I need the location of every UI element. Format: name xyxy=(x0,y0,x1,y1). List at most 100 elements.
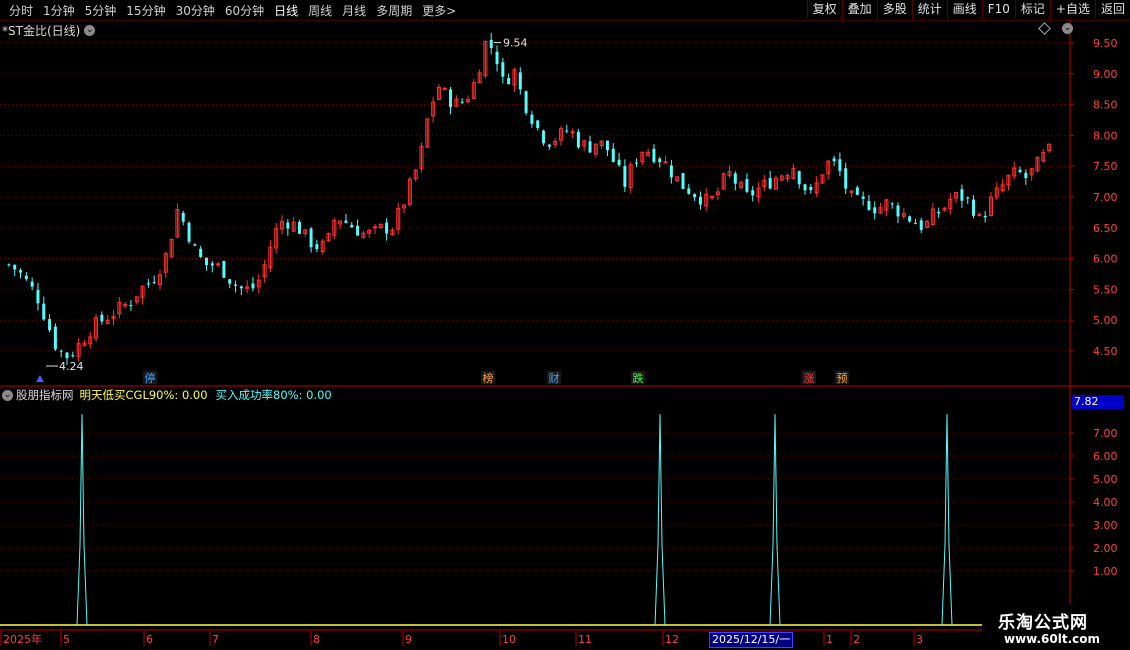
candle-body-down xyxy=(617,159,621,166)
last-value-label: 7.82 xyxy=(1072,395,1124,409)
indicator-tick-label: 6.00 xyxy=(1093,450,1118,463)
candle-body-down xyxy=(187,222,191,242)
candle-body-down xyxy=(861,196,865,199)
candle-body-down xyxy=(100,314,104,322)
candle-body-down xyxy=(489,40,493,49)
price-tick-label: 6.00 xyxy=(1093,253,1118,266)
low-price-label: 4.24 xyxy=(59,360,84,373)
chevron-down-icon[interactable]: ⌄ xyxy=(84,24,96,36)
time-tick-label: 2025年 xyxy=(3,632,42,646)
time-tick-label: 8 xyxy=(313,633,320,646)
candle-body-down xyxy=(193,244,197,246)
chevron-down-icon[interactable]: ⌄ xyxy=(1062,23,1073,34)
axes: 9.50 9.00 8.50 8.00 7.50 7.00 6.50 6.00 5.50 5.00… xyxy=(0,20,1130,646)
indicator-title-row: ⌄ 股朋指标网 明天低买CGL90%: 0.00 买入成功率80%: 0.00 xyxy=(2,387,332,403)
candle-body-down xyxy=(896,205,900,217)
price-tick-label: 8.50 xyxy=(1093,99,1118,112)
signal-spike xyxy=(76,414,88,626)
event-badge: 停 xyxy=(145,371,156,385)
candle-body-down xyxy=(356,225,360,236)
candle-body-down xyxy=(536,120,540,128)
cursor-date-label: 2025/12/15/一 xyxy=(709,632,793,648)
candle-body-down xyxy=(803,184,807,191)
candle-body-down xyxy=(687,188,691,194)
candle-body-down xyxy=(873,207,877,214)
candle-body-down xyxy=(913,223,917,225)
candle-body-down xyxy=(507,78,511,85)
candle-body-down xyxy=(669,165,673,178)
candle-body-down xyxy=(181,212,185,222)
price-tick-label: 5.50 xyxy=(1093,283,1118,296)
time-tick-label: 1 xyxy=(826,633,833,646)
time-tick-label: 3 xyxy=(916,633,923,646)
event-badge: 跌 xyxy=(633,371,644,385)
indicator-tick-label: 1.00 xyxy=(1093,565,1118,578)
candle-body-down xyxy=(36,289,40,304)
candle-body-down xyxy=(635,162,639,164)
candle-body-down xyxy=(19,270,23,273)
event-badge: 财 xyxy=(549,371,560,385)
candle-body-down xyxy=(129,305,133,307)
price-tick-label: 6.50 xyxy=(1093,222,1118,235)
candle-body-down xyxy=(297,222,301,234)
price-tick-label: 9.00 xyxy=(1093,68,1118,81)
candle-body-up xyxy=(216,263,221,266)
time-tick-label: 5 xyxy=(63,633,70,646)
candle-body-down xyxy=(611,148,615,162)
candle-body-down xyxy=(199,248,203,258)
candle-body-down xyxy=(919,220,923,231)
chevron-down-icon[interactable]: ⌄ xyxy=(2,389,13,401)
candle-body-down xyxy=(449,89,453,108)
indicator-tick-label: 2.00 xyxy=(1093,542,1118,555)
candle-body-down xyxy=(234,284,238,286)
candle-body-down xyxy=(251,283,255,289)
candle-body-down xyxy=(222,261,226,278)
candle-body-down xyxy=(565,130,569,132)
indicator-name: 股朋指标网 xyxy=(16,388,74,402)
candle-body-down xyxy=(768,178,772,189)
candle-body-down xyxy=(286,222,290,229)
indicator-tick-label: 7.00 xyxy=(1093,427,1118,440)
candle-body-down xyxy=(547,144,551,147)
candle-body-down xyxy=(937,211,941,214)
signal-spike xyxy=(941,414,953,626)
candle-body-down xyxy=(1018,169,1022,173)
candle-body-down xyxy=(908,216,912,222)
candle-body-down xyxy=(751,190,755,196)
candle-body-down xyxy=(13,264,17,270)
candle-body-down xyxy=(65,352,69,359)
time-tick-label: 12 xyxy=(665,633,679,646)
candle-body-down xyxy=(867,200,871,210)
stock-title: *ST金比(日线) xyxy=(2,23,81,38)
price-tick-label: 8.00 xyxy=(1093,129,1118,142)
indicator-tick-label: 3.00 xyxy=(1093,519,1118,532)
candle-body-down xyxy=(315,244,319,250)
candle-body-down xyxy=(890,203,894,205)
candle-body-down xyxy=(344,220,348,223)
candle-body-down xyxy=(524,91,528,113)
grid-lines xyxy=(0,42,1070,572)
event-badge: 预 xyxy=(837,372,848,385)
event-arrow-up-icon xyxy=(36,375,44,382)
candle-body-down xyxy=(309,228,313,248)
candle-body-down xyxy=(210,263,214,266)
candle-body-down xyxy=(228,279,232,284)
price-tick-label: 7.50 xyxy=(1093,160,1118,173)
candle-body-down xyxy=(530,114,534,124)
time-tick-label: 2 xyxy=(853,633,860,646)
candle-body-down xyxy=(460,101,464,103)
event-badge: 榜 xyxy=(483,371,494,385)
candle-body-down xyxy=(652,148,656,162)
candle-body-down xyxy=(501,62,505,77)
candle-body-up xyxy=(570,131,575,134)
candle-body-down xyxy=(698,196,702,205)
time-tick-label: 9 xyxy=(405,633,412,646)
candle-body-down xyxy=(152,282,156,284)
candle-body-down xyxy=(24,275,28,280)
price-tick-label: 4.50 xyxy=(1093,345,1118,358)
kline-chart[interactable]: 9.54 4.24 停 榜 财 跌 涨 预 9.50 9.00 8.50 8.00 7.50 7.00 6… xyxy=(0,0,1130,650)
candle-body-down xyxy=(855,187,859,195)
candle-body-down xyxy=(576,131,580,148)
price-tick-label: 7.00 xyxy=(1093,191,1118,204)
candle-body-down xyxy=(59,350,63,352)
